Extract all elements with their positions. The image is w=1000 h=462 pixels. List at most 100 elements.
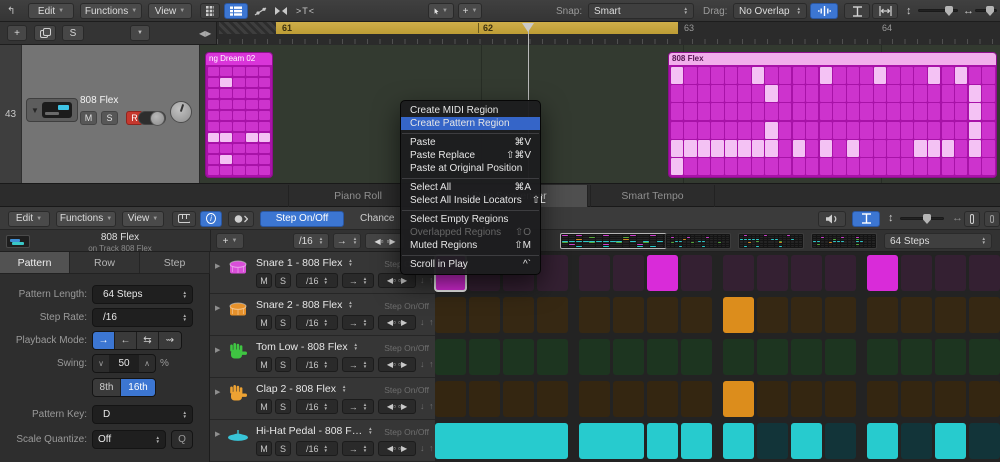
row-rate-stepper[interactable]: /16▲▼ [296, 315, 338, 330]
step-cell[interactable] [613, 297, 644, 333]
menu-item-overlapped-regions[interactable]: Overlapped Regions⇧O [401, 226, 540, 239]
playback-backward-button[interactable]: ← [115, 332, 137, 349]
step-cell[interactable] [579, 255, 610, 291]
step-cell[interactable] [791, 255, 822, 291]
row-velocity-up-icon[interactable]: ↑ [429, 443, 434, 453]
step-rate-field[interactable]: /16▲▼ [92, 308, 193, 327]
step-cell[interactable] [969, 339, 1000, 375]
step-cell[interactable] [579, 381, 610, 417]
step-cell-active[interactable] [579, 423, 644, 459]
step-cell[interactable] [867, 339, 898, 375]
slider-knob[interactable] [945, 6, 953, 16]
row-direction-stepper[interactable]: →▲▼ [342, 273, 374, 288]
menu-item-paste-replace[interactable]: Paste Replace⇧⌘V [401, 149, 540, 162]
menu-functions[interactable]: Functions▼ [80, 3, 142, 19]
inspector-toggle-button[interactable]: i [200, 211, 222, 227]
row-name[interactable]: Tom Low - 808 Flex ▲▼ [256, 341, 358, 353]
playback-pingpong-button[interactable]: ⇆ [137, 332, 159, 349]
undo-icon[interactable]: ↰ [7, 0, 15, 22]
seq-menu-functions[interactable]: Functions▼ [56, 211, 116, 227]
pointer-tool-button[interactable]: ▼ [428, 3, 454, 19]
step-cell[interactable] [867, 381, 898, 417]
track-name[interactable]: 808 Flex [80, 95, 118, 106]
row-direction-stepper[interactable]: →▲▼ [342, 357, 374, 372]
menu-item-select-empty-regions[interactable]: Select Empty Regions [401, 213, 540, 226]
row-header-snare-2-808-flex[interactable]: ▶Snare 2 - 808 Flex ▲▼Step On/OffMS/16▲▼… [210, 294, 435, 336]
step-cell[interactable] [469, 381, 500, 417]
track-header[interactable]: 43 ▼ 808 Flex M S R [0, 45, 200, 183]
menu-item-select-all[interactable]: Select All⌘A [401, 181, 540, 194]
preview-button[interactable] [818, 211, 846, 227]
step-cell[interactable] [537, 255, 568, 291]
swing-8th-button[interactable]: 8th [93, 379, 121, 396]
row-rotate-buttons[interactable]: ◀▫ ▫▶ [378, 399, 416, 414]
step-cell-active[interactable] [647, 423, 678, 459]
step-cell-active[interactable] [723, 423, 754, 459]
vertical-zoom-slider[interactable] [918, 9, 958, 12]
row-mute-button[interactable]: M [256, 357, 272, 372]
seq-menu-view[interactable]: View▼ [122, 211, 164, 227]
step-cell[interactable] [537, 381, 568, 417]
disclosure-triangle-icon[interactable]: ▶ [215, 262, 220, 270]
step-cell-active[interactable] [791, 423, 822, 459]
kit-piece-button[interactable] [228, 211, 254, 227]
step-cell[interactable] [723, 255, 754, 291]
seq-menu-edit[interactable]: Edit▼ [8, 211, 50, 227]
step-cell[interactable] [681, 339, 712, 375]
step-cell[interactable] [757, 297, 788, 333]
menu-item-scroll-in-play[interactable]: Scroll in Play^` [401, 258, 540, 271]
row-name[interactable]: Clap 2 - 808 Flex ▲▼ [256, 383, 346, 395]
pattern-page-thumb-2[interactable] [665, 233, 731, 249]
row-velocity-up-icon[interactable]: ↑ [429, 401, 434, 411]
menu-item-create-midi-region[interactable]: Create MIDI Region [401, 104, 540, 117]
catch-content-button[interactable]: >T< [296, 0, 315, 22]
row-name[interactable]: Snare 1 - 808 Flex ▲▼ [256, 257, 353, 269]
row-solo-button[interactable]: S [275, 399, 291, 414]
step-cell[interactable] [613, 381, 644, 417]
pan-knob[interactable] [170, 101, 192, 123]
step-cell[interactable] [435, 297, 466, 333]
step-cell[interactable] [503, 339, 534, 375]
slider-knob[interactable] [986, 6, 994, 16]
bar-ruler[interactable]: 61626364 [216, 22, 1000, 45]
add-row-button[interactable]: +▼ [216, 233, 244, 249]
step-cell-active[interactable] [723, 297, 754, 333]
step-cell[interactable] [825, 339, 856, 375]
pattern-direction-stepper[interactable]: →▲▼ [333, 233, 361, 249]
playback-forward-button[interactable]: → [93, 332, 115, 349]
waveform-zoom-button[interactable] [810, 3, 838, 19]
row-direction-stepper[interactable]: →▲▼ [342, 315, 374, 330]
pattern-page-thumb-3[interactable] [738, 233, 804, 249]
step-cell[interactable] [825, 255, 856, 291]
playback-random-button[interactable]: ⇝ [159, 332, 181, 349]
track-on-off-toggle[interactable] [138, 111, 166, 125]
row-rotate-buttons[interactable]: ◀▫ ▫▶ [378, 441, 416, 456]
row-mute-button[interactable]: M [256, 273, 272, 288]
menu-item-muted-regions[interactable]: Muted Regions⇧M [401, 239, 540, 252]
row-rate-stepper[interactable]: /16▲▼ [296, 441, 338, 456]
step-cell[interactable] [613, 255, 644, 291]
step-cell[interactable] [503, 297, 534, 333]
step-cell-active[interactable] [435, 423, 568, 459]
row-velocity-up-icon[interactable]: ↑ [429, 359, 434, 369]
step-cell-active[interactable] [867, 255, 898, 291]
menu-item-select-all-inside-locators[interactable]: Select All Inside Locators⇧L [401, 194, 540, 207]
tracks-view-button[interactable] [224, 3, 248, 19]
step-cell[interactable] [867, 297, 898, 333]
row-velocity-up-icon[interactable]: ↑ [429, 317, 434, 327]
step-cell[interactable] [901, 423, 932, 459]
tab-row[interactable]: Row [70, 252, 140, 273]
row-direction-stepper[interactable]: →▲▼ [342, 399, 374, 414]
row-zoom-slider[interactable] [900, 217, 944, 220]
secondary-tool-button[interactable]: +▼ [458, 3, 482, 19]
step-cell[interactable] [537, 297, 568, 333]
solo-button[interactable]: S [101, 111, 118, 125]
row-rotate-buttons[interactable]: ◀▫ ▫▶ [378, 357, 416, 372]
step-cell[interactable] [969, 423, 1000, 459]
tab-pattern[interactable]: Pattern [0, 252, 70, 273]
step-cell[interactable] [825, 423, 856, 459]
step-cell[interactable] [935, 255, 966, 291]
row-velocity-up-icon[interactable]: ↑ [429, 275, 434, 285]
row-rate-stepper[interactable]: /16▲▼ [296, 273, 338, 288]
step-cell[interactable] [901, 381, 932, 417]
